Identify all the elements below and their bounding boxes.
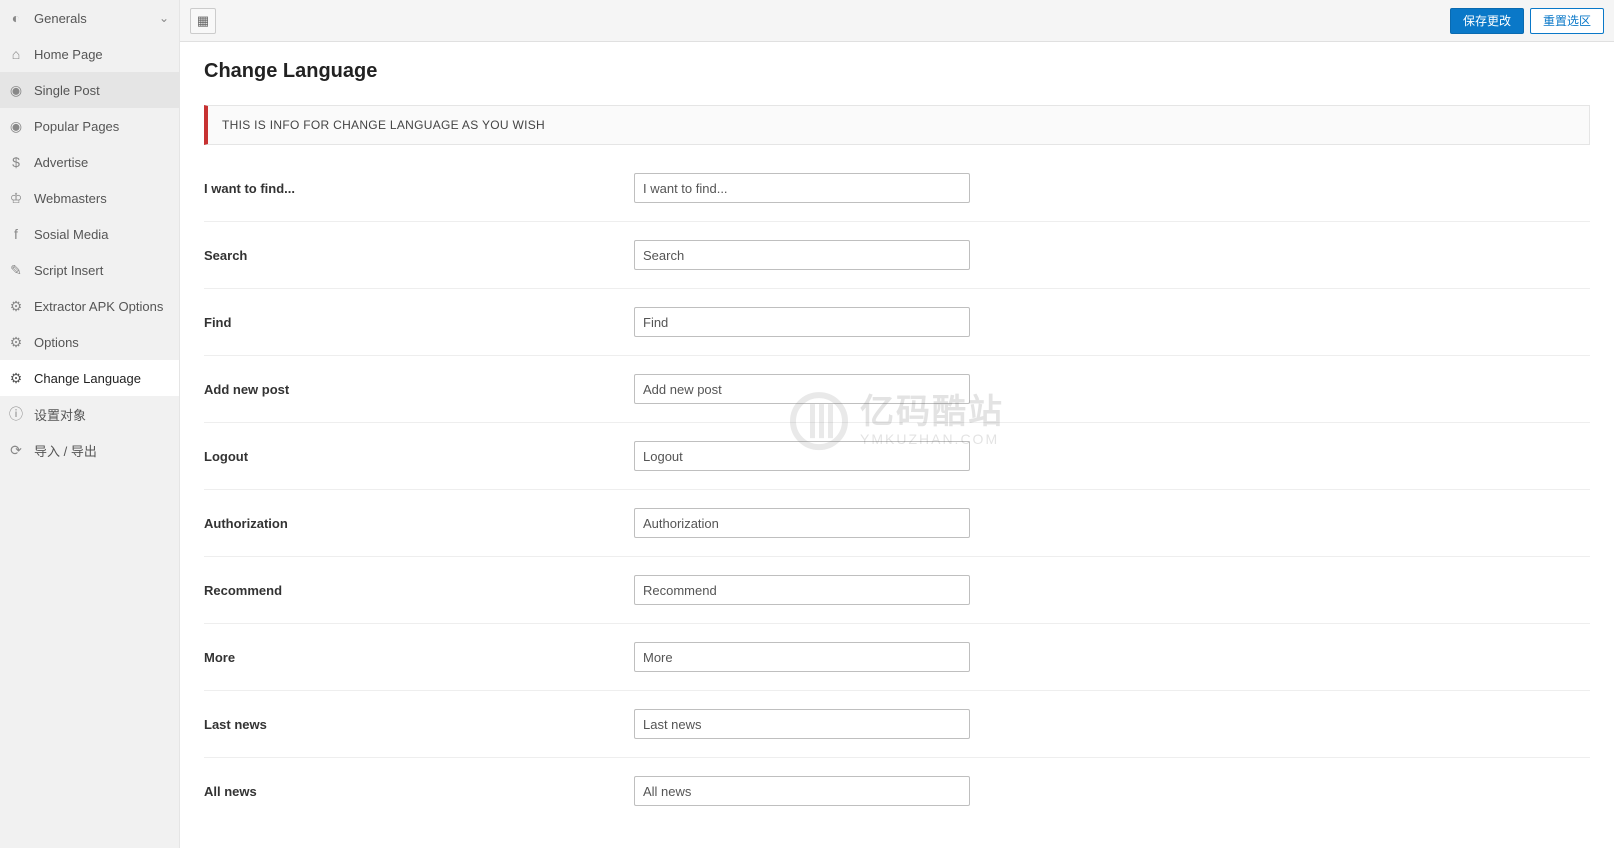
- import-export-icon: ⟳: [6, 442, 26, 459]
- field-label: Logout: [204, 449, 634, 464]
- sidebar-item-sosial-media[interactable]: f Sosial Media: [0, 216, 179, 252]
- more-input[interactable]: [634, 642, 970, 672]
- popular-pages-icon: ◉: [6, 118, 26, 135]
- toolbar: ▦ 保存更改 重置选区: [180, 0, 1614, 42]
- sidebar-item-label: 设置对象: [34, 405, 86, 424]
- field-label: Add new post: [204, 382, 634, 397]
- sidebar-item-options[interactable]: ⚙ Options: [0, 324, 179, 360]
- field-label: Authorization: [204, 516, 634, 531]
- field-row-search: Search: [204, 222, 1590, 289]
- sidebar-item-single-post[interactable]: ◉ Single Post: [0, 72, 179, 108]
- sidebar-item-label: Change Language: [34, 371, 141, 386]
- last-news-input[interactable]: [634, 709, 970, 739]
- field-row-add-new-post: Add new post: [204, 356, 1590, 423]
- layout-toggle-button[interactable]: ▦: [190, 8, 216, 34]
- search-input[interactable]: [634, 240, 970, 270]
- field-label: Search: [204, 248, 634, 263]
- sidebar-item-label: Extractor APK Options: [34, 299, 163, 314]
- save-button[interactable]: 保存更改: [1450, 8, 1524, 34]
- field-row-recommend: Recommend: [204, 557, 1590, 624]
- all-news-input[interactable]: [634, 776, 970, 806]
- sidebar-item-label: Popular Pages: [34, 119, 119, 134]
- main-panel: ▦ 保存更改 重置选区 Change Language THIS IS INFO…: [180, 0, 1614, 848]
- field-row-i-want-to-find: I want to find...: [204, 155, 1590, 222]
- sidebar-item-import-export[interactable]: ⟳ 导入 / 导出: [0, 432, 179, 468]
- field-row-find: Find: [204, 289, 1590, 356]
- sidebar-item-label: Home Page: [34, 47, 103, 62]
- sidebar-item-label: Options: [34, 335, 79, 350]
- home-page-icon: ⌂: [6, 46, 26, 62]
- sidebar-item-label: Advertise: [34, 155, 88, 170]
- sidebar: ◐ Generals ⌄ ⌂ Home Page ◉ Single Post ◉ Popular…: [0, 0, 180, 848]
- sidebar-item-label: Webmasters: [34, 191, 107, 206]
- info-banner: THIS IS INFO FOR CHANGE LANGUAGE AS YOU …: [204, 105, 1590, 145]
- extractor-apk-options-icon: ⚙: [6, 298, 26, 315]
- page-title: Change Language: [204, 60, 1590, 83]
- sosial-media-icon: f: [6, 226, 26, 242]
- field-label: Last news: [204, 717, 634, 732]
- sidebar-item-generals[interactable]: ◐ Generals ⌄: [0, 0, 179, 36]
- field-row-more: More: [204, 624, 1590, 691]
- sidebar-item-label: Generals: [34, 11, 87, 26]
- sidebar-item-label: Script Insert: [34, 263, 103, 278]
- single-post-icon: ◉: [6, 82, 26, 99]
- sidebar-item-set-object[interactable]: ⓘ 设置对象: [0, 396, 179, 432]
- field-row-authorization: Authorization: [204, 490, 1590, 557]
- sidebar-item-extractor-apk-options[interactable]: ⚙ Extractor APK Options: [0, 288, 179, 324]
- sidebar-item-script-insert[interactable]: ✎ Script Insert: [0, 252, 179, 288]
- chevron-down-icon: ⌄: [159, 11, 169, 25]
- advertise-icon: $: [6, 154, 26, 170]
- sidebar-item-label: Sosial Media: [34, 227, 108, 242]
- field-label: All news: [204, 784, 634, 799]
- logout-input[interactable]: [634, 441, 970, 471]
- set-object-icon: ⓘ: [6, 404, 26, 424]
- field-label: Find: [204, 315, 634, 330]
- sidebar-item-change-language[interactable]: ⚙ Change Language: [0, 360, 179, 396]
- field-label: More: [204, 650, 634, 665]
- sidebar-item-label: 导入 / 导出: [34, 441, 97, 460]
- find-input[interactable]: [634, 307, 970, 337]
- sidebar-item-label: Single Post: [34, 83, 100, 98]
- field-label: Recommend: [204, 583, 634, 598]
- sidebar-item-popular-pages[interactable]: ◉ Popular Pages: [0, 108, 179, 144]
- add-new-post-input[interactable]: [634, 374, 970, 404]
- sidebar-item-home-page[interactable]: ⌂ Home Page: [0, 36, 179, 72]
- options-icon: ⚙: [6, 334, 26, 351]
- layout-icon: ▦: [197, 13, 209, 29]
- recommend-input[interactable]: [634, 575, 970, 605]
- sidebar-item-advertise[interactable]: $ Advertise: [0, 144, 179, 180]
- field-row-logout: Logout: [204, 423, 1590, 490]
- i-want-to-find-input[interactable]: [634, 173, 970, 203]
- change-language-icon: ⚙: [6, 370, 26, 387]
- field-row-last-news: Last news: [204, 691, 1590, 758]
- content: Change Language THIS IS INFO FOR CHANGE …: [180, 42, 1614, 848]
- field-row-all-news: All news: [204, 758, 1590, 824]
- reset-button[interactable]: 重置选区: [1530, 8, 1604, 34]
- webmasters-icon: ♔: [6, 190, 26, 207]
- script-insert-icon: ✎: [6, 262, 26, 279]
- authorization-input[interactable]: [634, 508, 970, 538]
- sidebar-item-webmasters[interactable]: ♔ Webmasters: [0, 180, 179, 216]
- generals-icon: ◐: [6, 10, 26, 26]
- field-label: I want to find...: [204, 181, 634, 196]
